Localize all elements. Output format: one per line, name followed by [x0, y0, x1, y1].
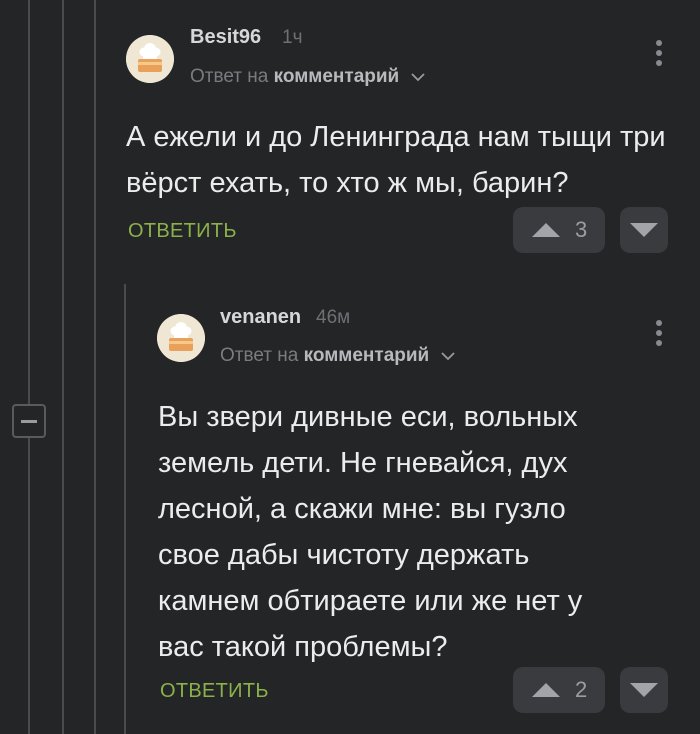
comment-time: 1ч — [282, 27, 303, 48]
avatar[interactable] — [126, 35, 174, 83]
reply-to-link[interactable]: Ответ на комментарий — [190, 66, 425, 88]
upvote-button[interactable]: 3 — [513, 207, 605, 253]
more-vertical-icon[interactable] — [654, 320, 664, 354]
thread-line — [62, 0, 64, 734]
downvote-button[interactable] — [620, 667, 668, 713]
reply-target: комментарий — [273, 66, 400, 87]
vote-count: 2 — [575, 677, 588, 702]
chevron-down-icon — [440, 352, 455, 361]
thread-line — [94, 0, 96, 734]
thread-line — [124, 284, 126, 734]
more-vertical-icon[interactable] — [654, 40, 664, 74]
comment-text: Вы звери дивные еси, вольных земель дети… — [158, 401, 583, 663]
collapse-thread-button[interactable] — [12, 404, 46, 438]
minus-icon — [21, 419, 37, 423]
triangle-up-icon — [532, 683, 560, 697]
thread-line — [28, 0, 30, 734]
comment-time: 46м — [316, 307, 351, 328]
comment-text: А ежели и до Ленинграда нам тыщи три вёр… — [126, 121, 666, 199]
triangle-up-icon — [532, 223, 560, 237]
chef-cake-avatar — [157, 314, 205, 362]
author-name[interactable]: venanen — [220, 306, 301, 329]
chef-cake-avatar — [126, 35, 174, 83]
author-name[interactable]: Besit96 — [190, 26, 261, 49]
triangle-down-icon — [630, 223, 658, 237]
vote-count: 3 — [575, 217, 588, 242]
chevron-down-icon — [410, 73, 425, 82]
upvote-button[interactable]: 2 — [513, 667, 605, 713]
triangle-down-icon — [630, 683, 658, 697]
reply-button[interactable]: ОТВЕТИТЬ — [160, 680, 269, 703]
reply-button[interactable]: ОТВЕТИТЬ — [128, 220, 237, 243]
reply-prefix: Ответ на — [190, 66, 269, 87]
reply-to-link[interactable]: Ответ на комментарий — [220, 345, 455, 367]
downvote-button[interactable] — [620, 207, 668, 253]
reply-target: комментарий — [303, 345, 430, 366]
avatar[interactable] — [157, 314, 205, 362]
reply-prefix: Ответ на — [220, 345, 299, 366]
